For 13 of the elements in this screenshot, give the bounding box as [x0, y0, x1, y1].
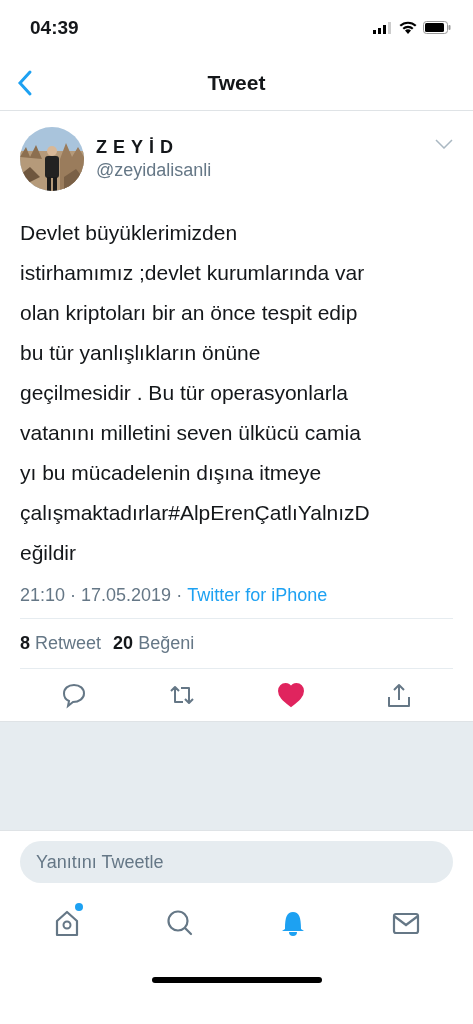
author-name: ZEYİD — [96, 137, 180, 158]
tweet-timestamp: 21:10 · 17.05.2019 · — [20, 585, 183, 606]
tweet-text: Devlet büyüklerimizden istirhamımız ;devlet kurumlarında var olan kriptoları bir an önce tespit edip bu tür yanlışlıkların önüne geçilmesidir . Bu tür operasyonlarla vatanını milletini seven ülkücü camia yı bu mücadelenin dışına itmeye çalışmaktadırlar#AlpErenÇatlıYalnızD eğildir — [20, 220, 371, 566]
status-time: 04:39 — [30, 16, 79, 39]
wifi-icon — [399, 21, 417, 34]
signal-icon — [373, 21, 393, 34]
page-title: Tweet — [207, 70, 266, 95]
reply-field[interactable]: Yanıtını Tweetle — [20, 841, 453, 883]
stat-count[interactable]: 20 Beğeni — [113, 633, 195, 654]
author-handle: @zeyidalisanli — [96, 160, 213, 181]
like-button[interactable] — [276, 681, 305, 709]
stat-count[interactable]: 8 Retweet — [20, 633, 102, 654]
battery-icon — [423, 21, 451, 34]
